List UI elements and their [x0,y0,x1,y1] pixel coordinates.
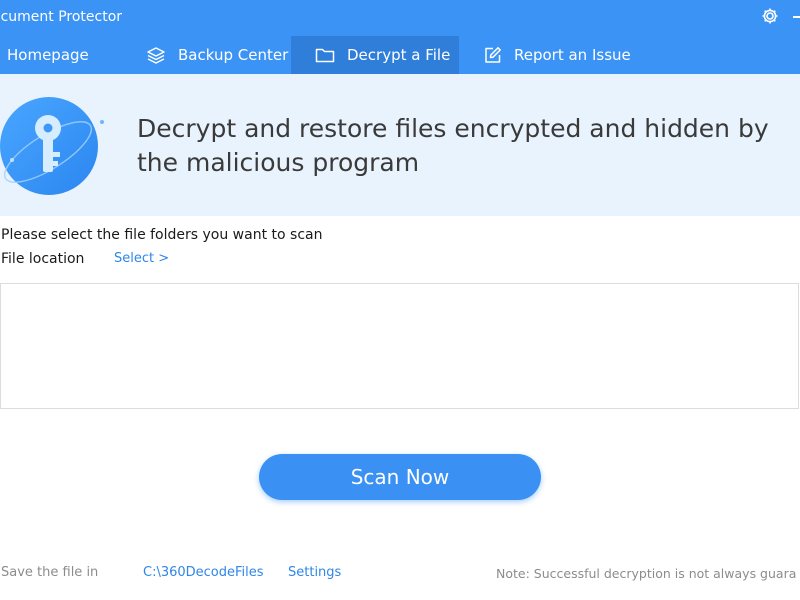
file-location-label: File location [1,251,85,267]
instruction-text: Please select the file folders you want … [1,227,323,243]
app-window: ocument Protector Homepage Backup Center… [0,0,800,600]
tab-label: Homepage [7,46,89,64]
tab-homepage[interactable]: Homepage [0,36,140,74]
select-folder-link[interactable]: Select > [114,251,169,266]
app-title: ocument Protector [0,9,123,25]
tab-label: Report an Issue [514,46,631,64]
gear-icon[interactable] [760,6,780,26]
decryption-note: Note: Successful decryption is not alway… [496,566,797,581]
banner-title: Decrypt and restore files encrypted and … [137,114,769,177]
settings-link[interactable]: Settings [288,565,341,580]
tab-report-an-issue[interactable]: Report an Issue [459,36,639,74]
key-icon [0,90,110,202]
title-bar: ocument Protector [0,0,800,36]
layers-icon [147,47,165,64]
tab-decrypt-a-file[interactable]: Decrypt a File [291,36,459,74]
tab-backup-center[interactable]: Backup Center [140,36,292,74]
tab-bar: Homepage Backup Center Decrypt a File Re… [0,36,800,74]
save-location-label: Save the file in [1,565,99,580]
edit-icon [485,47,501,63]
tab-label: Decrypt a File [347,46,451,64]
scan-now-button[interactable]: Scan Now [259,454,541,500]
folder-icon [315,48,335,63]
tab-label: Backup Center [178,46,289,64]
minimize-button[interactable] [793,16,800,18]
folder-list-box[interactable] [0,283,799,409]
save-path-link[interactable]: C:\360DecodeFiles [143,565,264,580]
